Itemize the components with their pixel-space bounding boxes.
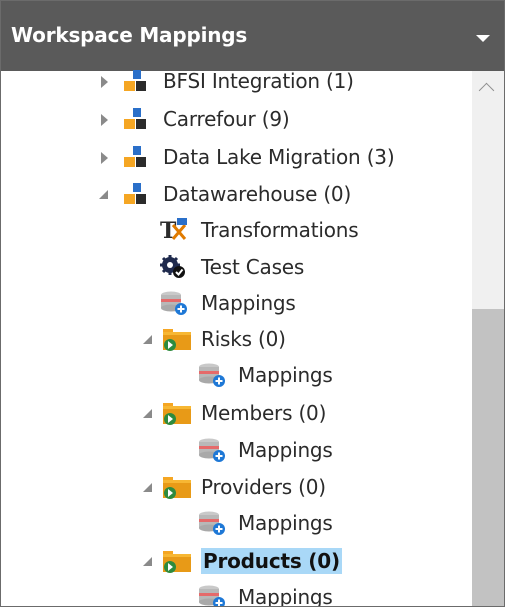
expand-arrow-icon[interactable] (97, 101, 113, 137)
workspace-tree: BFSI Integration (1) Carrefour (9) Data La… (1, 69, 471, 607)
tree-item[interactable]: Mappings (1, 285, 471, 321)
tree-item-label: Mappings (238, 438, 333, 462)
mappings-database-icon (197, 437, 225, 463)
tree-item[interactable]: BFSI Integration (1) (1, 63, 471, 99)
collapse-arrow-icon[interactable] (141, 469, 157, 505)
collapse-arrow-icon[interactable] (141, 543, 157, 579)
workspace-icon (122, 106, 150, 132)
workspace-icon (122, 181, 150, 207)
tree-item[interactable]: Mappings (1, 505, 471, 541)
expand-arrow-icon[interactable] (97, 63, 113, 99)
tree-item[interactable]: Mappings (1, 357, 471, 393)
collapse-arrow-icon[interactable] (141, 321, 157, 357)
tree-item[interactable]: Mappings (1, 432, 471, 468)
tree-item-label: Data Lake Migration (3) (163, 145, 395, 169)
tree-item-label: Mappings (238, 585, 333, 607)
expand-arrow-icon[interactable] (97, 139, 113, 175)
collapse-arrow-icon[interactable] (141, 395, 157, 431)
subject-area-folder-icon (161, 474, 191, 500)
tree-item[interactable]: Test Cases (1, 249, 471, 285)
transformations-icon: T (159, 217, 187, 243)
tree-item[interactable]: Providers (0) (1, 469, 471, 505)
tree-item[interactable]: Carrefour (9) (1, 101, 471, 137)
panel-menu-caret-icon[interactable] (476, 35, 490, 42)
scroll-thumb[interactable] (472, 309, 504, 606)
tree-item-label: Carrefour (9) (163, 107, 290, 131)
tree-item-label: Transformations (201, 218, 359, 242)
tree-item-label: Mappings (201, 291, 296, 315)
tree-item-label: Datawarehouse (0) (163, 182, 352, 206)
tree-item-label: Mappings (238, 511, 333, 535)
tree-item-label: Members (0) (201, 401, 327, 425)
tree-item-label: Providers (0) (201, 475, 326, 499)
tree-item-label: BFSI Integration (1) (163, 69, 354, 93)
test-cases-gear-icon (159, 254, 187, 280)
tree-item[interactable]: Datawarehouse (0) (1, 176, 471, 212)
subject-area-folder-icon (161, 326, 191, 352)
vertical-scrollbar[interactable] (472, 71, 504, 606)
tree-item[interactable]: T Transformations (1, 212, 471, 248)
subject-area-folder-icon (161, 400, 191, 426)
mappings-database-icon (159, 290, 187, 316)
workspace-icon (122, 68, 150, 94)
tree-item[interactable]: Products (0) (1, 543, 471, 579)
tree-item-label: Risks (0) (201, 327, 286, 351)
tree-item[interactable]: Risks (0) (1, 321, 471, 357)
mappings-database-icon (197, 510, 225, 536)
tree-item-label: Products (0) (201, 548, 342, 574)
scroll-up-arrow-icon[interactable] (472, 71, 504, 97)
panel-header[interactable]: Workspace Mappings (1, 1, 504, 71)
mappings-database-icon (197, 584, 225, 606)
subject-area-folder-icon (161, 548, 191, 574)
panel-title: Workspace Mappings (11, 23, 248, 47)
tree-item-label: Test Cases (201, 255, 305, 279)
tree-item[interactable]: Mappings (1, 579, 471, 607)
workspace-mappings-panel: Workspace Mappings BFSI Integration (1) C… (0, 0, 505, 607)
mappings-database-icon (197, 362, 225, 388)
tree-item[interactable]: Members (0) (1, 395, 471, 431)
collapse-arrow-icon[interactable] (97, 176, 113, 212)
tree-item-label: Mappings (238, 363, 333, 387)
tree-item[interactable]: Data Lake Migration (3) (1, 139, 471, 175)
workspace-icon (122, 144, 150, 170)
